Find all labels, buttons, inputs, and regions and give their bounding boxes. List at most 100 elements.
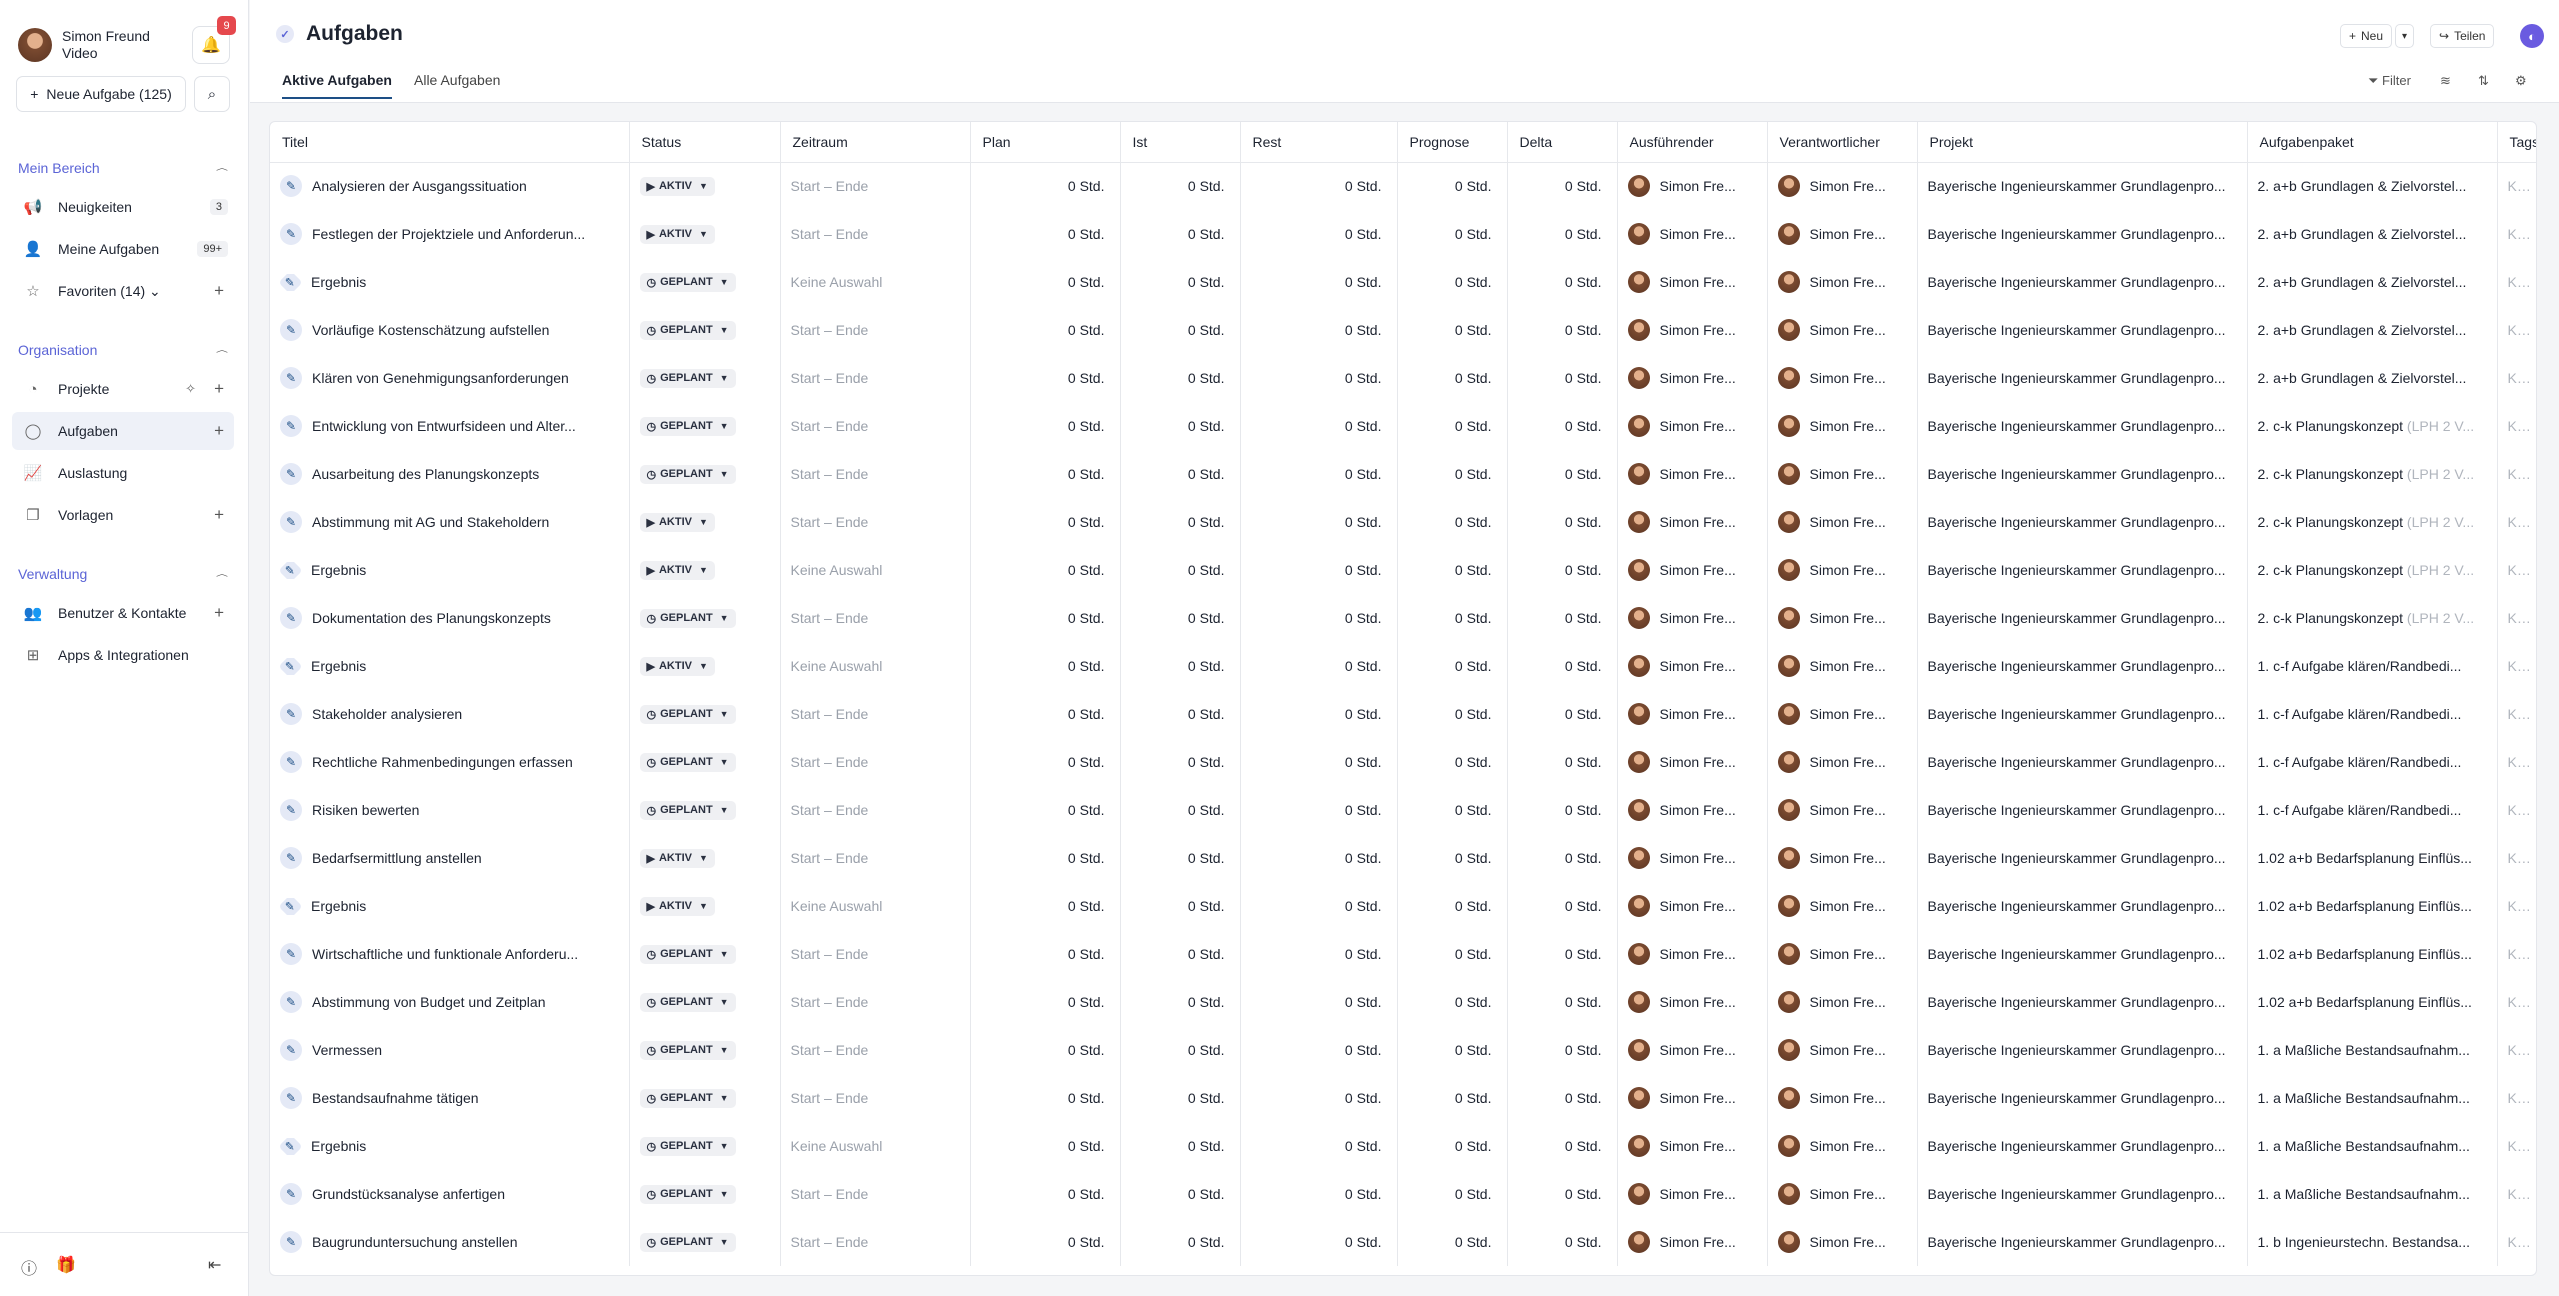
status-cell[interactable]: ◷ GEPLANT ▼ (629, 450, 781, 498)
date-range-cell[interactable]: Start – Ende (780, 402, 971, 450)
package-cell[interactable]: 1. a Maßliche Bestandsaufnahm... (2247, 1122, 2498, 1170)
project-cell[interactable]: Bayerische Ingenieurskammer Grundlagenpr… (1917, 498, 2248, 546)
project-cell[interactable]: Bayerische Ingenieurskammer Grundlagenpr… (1917, 978, 2248, 1026)
ist-cell[interactable]: 0 Std. (1120, 834, 1241, 882)
plus-icon[interactable]: + (214, 421, 224, 441)
settings-icon[interactable]: ⚙ (2515, 73, 2527, 89)
date-range-cell[interactable]: Start – Ende (780, 594, 971, 642)
package-cell[interactable]: 1.02 a+b Bedarfsplanung Einflüs... (2247, 978, 2498, 1026)
user-profile[interactable]: Simon Freund Video (18, 25, 198, 65)
status-cell[interactable]: ◷ GEPLANT ▼ (629, 306, 781, 354)
title-cell[interactable]: ✎ Vermessen (270, 1026, 630, 1074)
status-badge[interactable]: ◷ GEPLANT ▼ (639, 992, 736, 1012)
status-badge[interactable]: ◷ GEPLANT ▼ (639, 800, 736, 820)
ist-cell[interactable]: 0 Std. (1120, 210, 1241, 258)
tags-cell[interactable]: Keine A (2497, 306, 2536, 354)
rest-cell[interactable]: 0 Std. (1240, 834, 1398, 882)
status-badge[interactable]: ◷ GEPLANT ▼ (639, 608, 736, 628)
tags-cell[interactable]: Keine A (2497, 1122, 2536, 1170)
plan-cell[interactable]: 0 Std. (970, 1122, 1121, 1170)
responsible-cell[interactable]: Simon Fre... (1767, 786, 1918, 834)
magic-wand-icon[interactable]: ✧ (185, 381, 196, 397)
title-cell[interactable]: ✎ Risiken bewerten (270, 786, 630, 834)
sidebar-item-aufgaben[interactable]: ◯ Aufgaben + (12, 412, 234, 450)
tags-cell[interactable]: Keine A (2497, 930, 2536, 978)
delta-cell[interactable]: 0 Std. (1507, 306, 1618, 354)
share-button[interactable]: ↪ Teilen (2430, 24, 2495, 48)
rest-cell[interactable]: 0 Std. (1240, 594, 1398, 642)
rest-cell[interactable]: 0 Std. (1240, 642, 1398, 690)
prognose-cell[interactable]: 0 Std. (1397, 594, 1508, 642)
rest-cell[interactable]: 0 Std. (1240, 306, 1398, 354)
prognose-cell[interactable]: 0 Std. (1397, 882, 1508, 930)
prognose-cell[interactable]: 0 Std. (1397, 978, 1508, 1026)
rest-cell[interactable]: 0 Std. (1240, 354, 1398, 402)
status-badge[interactable]: ▶ AKTIV ▼ (639, 176, 715, 196)
ist-cell[interactable]: 0 Std. (1120, 402, 1241, 450)
table-row[interactable]: ✎ Vermessen ◷ GEPLANT ▼ Start – Ende 0 Std. 0 S… (270, 1026, 2536, 1074)
executor-cell[interactable]: Simon Fre... (1617, 882, 1768, 930)
prognose-cell[interactable]: 0 Std. (1397, 1122, 1508, 1170)
prognose-cell[interactable]: 0 Std. (1397, 546, 1508, 594)
responsible-cell[interactable]: Simon Fre... (1767, 978, 1918, 1026)
status-badge[interactable]: ◷ GEPLANT ▼ (639, 272, 736, 292)
tags-cell[interactable]: Keine A (2497, 1026, 2536, 1074)
delta-cell[interactable]: 0 Std. (1507, 594, 1618, 642)
delta-cell[interactable]: 0 Std. (1507, 690, 1618, 738)
project-cell[interactable]: Bayerische Ingenieurskammer Grundlagenpr… (1917, 354, 2248, 402)
delta-cell[interactable]: 0 Std. (1507, 882, 1618, 930)
column-header[interactable]: Zeitraum (780, 122, 971, 163)
rest-cell[interactable]: 0 Std. (1240, 690, 1398, 738)
responsible-cell[interactable]: Simon Fre... (1767, 930, 1918, 978)
project-cell[interactable]: Bayerische Ingenieurskammer Grundlagenpr… (1917, 450, 2248, 498)
column-header[interactable]: Titel (270, 122, 630, 163)
package-cell[interactable]: 2. a+b Grundlagen & Zielvorstel... (2247, 354, 2498, 402)
delta-cell[interactable]: 0 Std. (1507, 1122, 1618, 1170)
plan-cell[interactable]: 0 Std. (970, 930, 1121, 978)
table-row[interactable]: ✎ Bedarfsermittlung anstellen ▶ AKTIV ▼ Start… (270, 834, 2536, 882)
date-range-cell[interactable]: Start – Ende (780, 786, 971, 834)
plus-icon[interactable]: + (214, 603, 224, 623)
project-cell[interactable]: Bayerische Ingenieurskammer Grundlagenpr… (1917, 1218, 2248, 1266)
title-cell[interactable]: ✎ Entwicklung von Entwurfsideen und Alter… (270, 402, 630, 450)
plus-icon[interactable]: + (214, 505, 224, 525)
table-row[interactable]: ✎ Abstimmung von Budget und Zeitplan ◷ GEPL… (270, 978, 2536, 1026)
date-range-cell[interactable]: Start – Ende (780, 1026, 971, 1074)
sidebar-item-apps[interactable]: ⊞ Apps & Integrationen (12, 636, 234, 674)
prognose-cell[interactable]: 0 Std. (1397, 162, 1508, 210)
project-cell[interactable]: Bayerische Ingenieurskammer Grundlagenpr… (1917, 1170, 2248, 1218)
column-header[interactable]: Status (629, 122, 781, 163)
rest-cell[interactable]: 0 Std. (1240, 402, 1398, 450)
prognose-cell[interactable]: 0 Std. (1397, 1218, 1508, 1266)
date-range-cell[interactable]: Start – Ende (780, 834, 971, 882)
executor-cell[interactable]: Simon Fre... (1617, 1170, 1768, 1218)
date-range-cell[interactable]: Start – Ende (780, 1074, 971, 1122)
title-cell[interactable]: ✎ Bestandsaufnahme tätigen (270, 1074, 630, 1122)
delta-cell[interactable]: 0 Std. (1507, 354, 1618, 402)
project-cell[interactable]: Bayerische Ingenieurskammer Grundlagenpr… (1917, 786, 2248, 834)
tags-cell[interactable]: Keine A (2497, 162, 2536, 210)
layers-icon[interactable]: ≋ (2440, 73, 2451, 89)
package-cell[interactable]: 2. c-k Planungskonzept (LPH 2 V... (2247, 402, 2498, 450)
status-cell[interactable]: ▶ AKTIV ▼ (629, 210, 781, 258)
plan-cell[interactable]: 0 Std. (970, 786, 1121, 834)
sidebar-item-benutzer[interactable]: 👥 Benutzer & Kontakte + (12, 594, 234, 632)
ist-cell[interactable]: 0 Std. (1120, 1026, 1241, 1074)
title-cell[interactable]: ✎ Abstimmung von Budget und Zeitplan (270, 978, 630, 1026)
plan-cell[interactable]: 0 Std. (970, 306, 1121, 354)
plan-cell[interactable]: 0 Std. (970, 1074, 1121, 1122)
package-cell[interactable]: 1.02 a+b Bedarfsplanung Einflüs... (2247, 834, 2498, 882)
date-range-cell[interactable]: Start – Ende (780, 690, 971, 738)
date-range-cell[interactable]: Start – Ende (780, 306, 971, 354)
title-cell[interactable]: ✎ Stakeholder analysieren (270, 690, 630, 738)
responsible-cell[interactable]: Simon Fre... (1767, 210, 1918, 258)
delta-cell[interactable]: 0 Std. (1507, 1026, 1618, 1074)
project-cell[interactable]: Bayerische Ingenieurskammer Grundlagenpr… (1917, 162, 2248, 210)
delta-cell[interactable]: 0 Std. (1507, 786, 1618, 834)
plan-cell[interactable]: 0 Std. (970, 882, 1121, 930)
plan-cell[interactable]: 0 Std. (970, 1218, 1121, 1266)
date-range-cell[interactable]: Start – Ende (780, 978, 971, 1026)
package-cell[interactable]: 1.02 a+b Bedarfsplanung Einflüs... (2247, 882, 2498, 930)
plan-cell[interactable]: 0 Std. (970, 690, 1121, 738)
plan-cell[interactable]: 0 Std. (970, 546, 1121, 594)
